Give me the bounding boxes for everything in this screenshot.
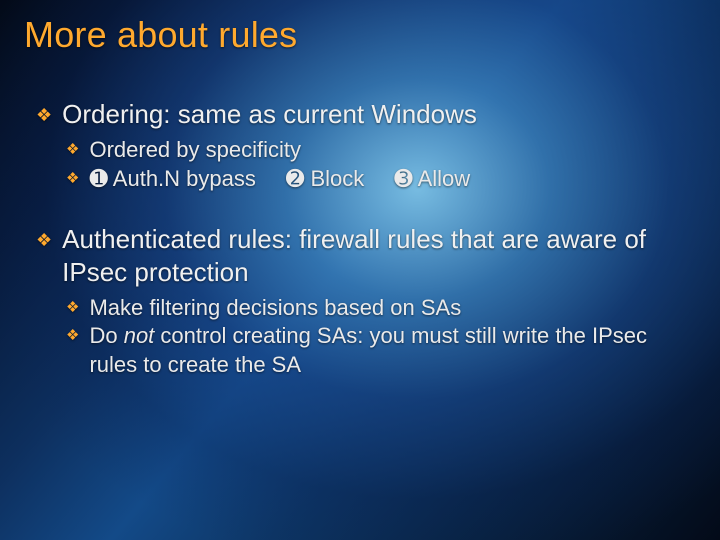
bullet-text: Make filtering decisions based on SAs	[89, 294, 690, 323]
enum-text: Auth.N bypass	[113, 166, 256, 191]
slide-title: More about rules	[24, 14, 297, 56]
diamond-bullet-icon: ❖	[36, 98, 52, 132]
text-run-italic: not	[124, 323, 155, 348]
diamond-bullet-icon: ❖	[66, 136, 79, 165]
slide: More about rules ❖ Ordering: same as cur…	[0, 0, 720, 540]
text-run: Do	[89, 323, 123, 348]
enum-text: Allow	[418, 166, 471, 191]
bullet-text: Do not control creating SAs: you must st…	[89, 322, 690, 379]
circled-two-icon: ➋	[286, 166, 304, 191]
text-run: control creating SAs: you must still wri…	[89, 323, 647, 377]
spacer	[36, 193, 690, 223]
bullet-l1: ❖ Authenticated rules: firewall rules th…	[36, 223, 690, 290]
diamond-bullet-icon: ❖	[66, 165, 79, 194]
bullet-l2: ❖ Ordered by specificity	[66, 136, 690, 165]
diamond-bullet-icon: ❖	[36, 223, 52, 290]
diamond-bullet-icon: ❖	[66, 322, 79, 379]
bullet-text: Ordering: same as current Windows	[62, 98, 690, 132]
enum-text: Block	[310, 166, 364, 191]
enum-row: ➊ Auth.N bypass ➋ Block ➌ Allow	[89, 165, 690, 194]
bullet-l2: ❖ Make filtering decisions based on SAs	[66, 294, 690, 323]
enum-item: ➊ Auth.N bypass	[89, 165, 255, 194]
enum-item: ➌ Allow	[394, 165, 470, 194]
bullet-text: Ordered by specificity	[89, 136, 690, 165]
circled-three-icon: ➌	[394, 166, 412, 191]
diamond-bullet-icon: ❖	[66, 294, 79, 323]
bullet-l2: ❖ ➊ Auth.N bypass ➋ Block ➌ Allow	[66, 165, 690, 194]
bullet-text: Authenticated rules: firewall rules that…	[62, 223, 690, 290]
enum-item: ➋ Block	[286, 165, 364, 194]
bullet-l2: ❖ Do not control creating SAs: you must …	[66, 322, 690, 379]
circled-one-icon: ➊	[89, 166, 107, 191]
slide-content: ❖ Ordering: same as current Windows ❖ Or…	[36, 98, 690, 380]
bullet-l1: ❖ Ordering: same as current Windows	[36, 98, 690, 132]
